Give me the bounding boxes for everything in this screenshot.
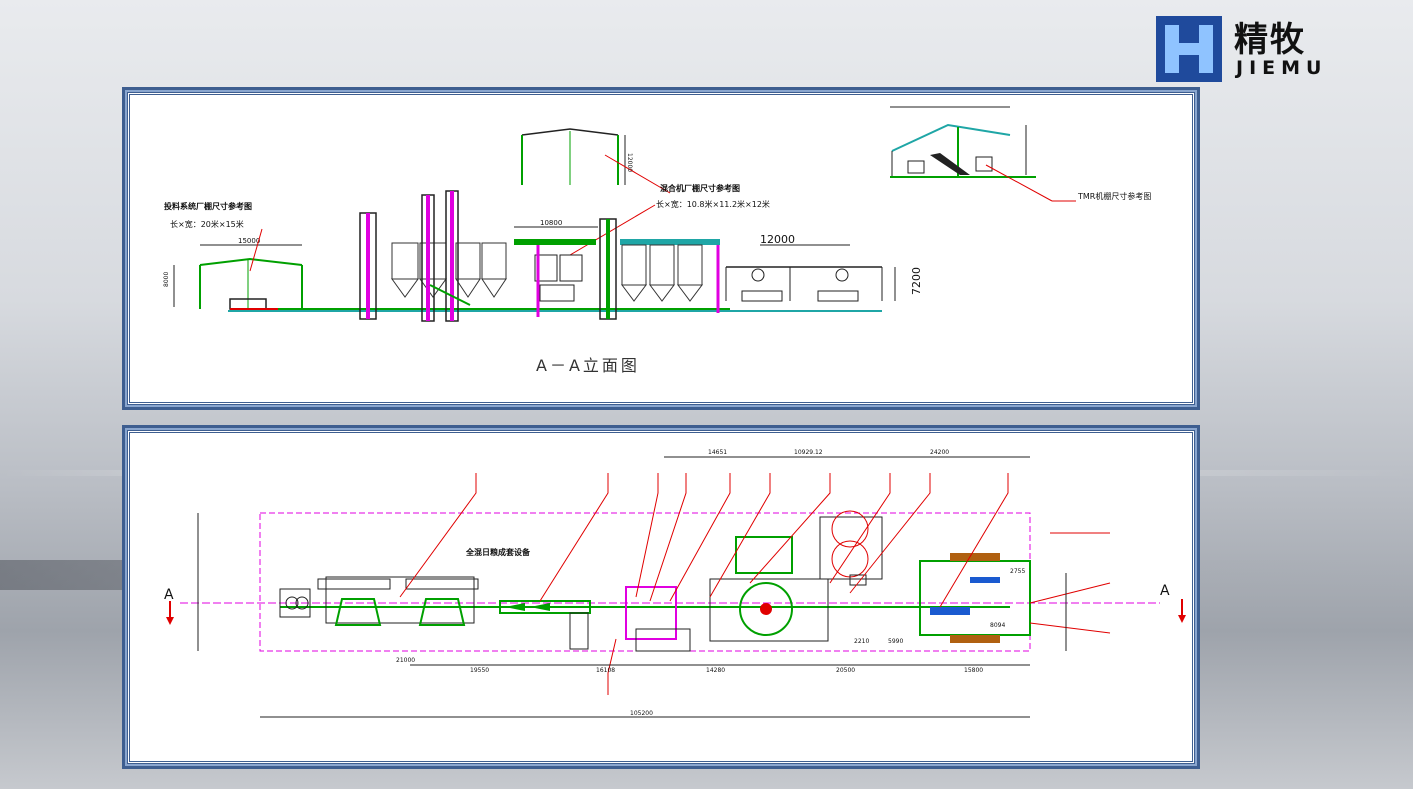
plan-dim-bottom-2: 19550 bbox=[470, 667, 489, 674]
plan-dim-total: 105200 bbox=[630, 710, 653, 717]
mixer-shed bbox=[521, 128, 671, 194]
feed-shed-size: 长×宽：20米×15米 bbox=[170, 219, 244, 229]
silo-group-1 bbox=[359, 190, 507, 322]
plan-dim-right-1: 2755 bbox=[1010, 568, 1025, 575]
feed-shed-label: 投料系统厂棚尺寸参考图 bbox=[164, 201, 252, 211]
plan-dim-right-3: 2210 bbox=[854, 638, 869, 645]
leader-lines bbox=[399, 473, 1111, 695]
plan-drawing-panel: 全混日粮成套设备 A A 14651 10929.12 24200 21000 … bbox=[127, 430, 1195, 764]
feed-bins bbox=[279, 576, 479, 626]
elevation-drawing-panel: 投料系统厂棚尺寸参考图 长×宽：20米×15米 15000 8000 12000… bbox=[127, 92, 1195, 405]
plan-drawing: 全混日粮成套设备 A A 14651 10929.12 24200 21000 … bbox=[164, 449, 1186, 718]
tmr-sheds bbox=[725, 244, 883, 302]
plan-dim-bottom-6: 15800 bbox=[964, 667, 983, 674]
brand-logo: 精牧 JIEMU bbox=[1156, 16, 1376, 82]
svg-text:A: A bbox=[1160, 583, 1170, 599]
plan-dim-right-2: 8094 bbox=[990, 622, 1005, 629]
tmr-detail bbox=[890, 106, 1076, 202]
dim-12000: 12000 bbox=[760, 233, 795, 246]
silo-group-2 bbox=[620, 239, 720, 313]
mixer-shed-label: 混合机厂棚尺寸参考图 bbox=[660, 183, 740, 193]
dim-15000: 15000 bbox=[238, 237, 260, 245]
tmr-area bbox=[849, 553, 1031, 643]
plan-dim-bottom-4: 14280 bbox=[706, 667, 725, 674]
plan-dim-bottom-5: 20500 bbox=[836, 667, 855, 674]
brand-name-cn: 精牧 bbox=[1234, 20, 1306, 60]
plan-title: 全混日粮成套设备 bbox=[465, 547, 531, 557]
section-marker-left: A bbox=[164, 587, 174, 625]
plan-dim-top-3: 24200 bbox=[930, 449, 949, 456]
dim-7200: 7200 bbox=[910, 267, 923, 295]
logo-mark-icon bbox=[1156, 16, 1222, 82]
mixer-shed-size: 长×宽：10.8米×11.2米×12米 bbox=[656, 199, 770, 209]
dim-8000: 8000 bbox=[163, 272, 170, 287]
brand-name-en: JIEMU bbox=[1236, 57, 1328, 79]
tmr-shed-label: TMR机棚尺寸参考图 bbox=[1077, 191, 1151, 201]
elevation-caption: A－A立面图 bbox=[536, 356, 640, 375]
plan-dim-top-1: 14651 bbox=[708, 449, 727, 456]
plan-dim-bottom-1: 21000 bbox=[396, 657, 415, 664]
svg-text:A: A bbox=[164, 587, 174, 603]
screw-conveyor bbox=[499, 600, 591, 650]
plan-dim-bottom-3: 16108 bbox=[596, 667, 615, 674]
section-marker-right: A bbox=[1160, 583, 1186, 623]
dim-10800: 10800 bbox=[540, 219, 562, 227]
plan-dim-top-2: 10929.12 bbox=[794, 449, 823, 456]
feed-shed bbox=[173, 244, 303, 310]
elevation-drawing: 投料系统厂棚尺寸参考图 长×宽：20米×15米 15000 8000 12000… bbox=[163, 106, 1151, 375]
mixer-unit bbox=[625, 510, 883, 652]
dim-12000-top: 12000 bbox=[626, 153, 633, 172]
mixer-building bbox=[514, 218, 617, 320]
plan-dim-right-4: 5990 bbox=[888, 638, 903, 645]
